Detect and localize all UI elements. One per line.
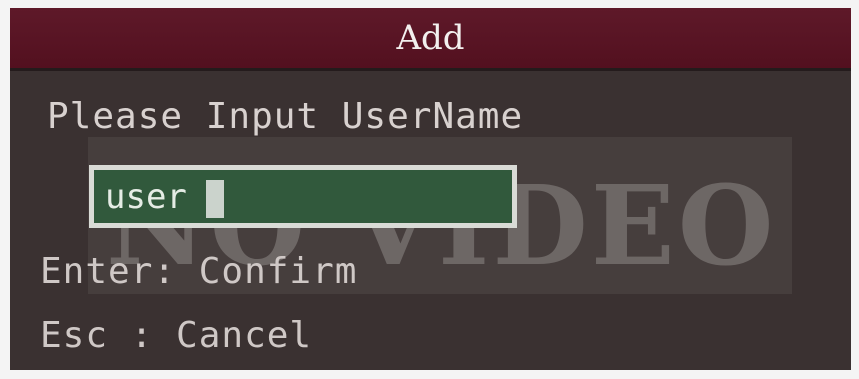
- screen: Add Please Input UserName NO VIDEO user …: [0, 0, 859, 379]
- username-prompt: Please Input UserName: [47, 96, 524, 137]
- esc-cancel-hint: Esc : Cancel: [40, 315, 313, 356]
- text-cursor-icon: [206, 180, 224, 218]
- add-user-dialog: Add Please Input UserName NO VIDEO user …: [10, 8, 851, 370]
- enter-confirm-hint: Enter: Confirm: [40, 251, 358, 292]
- username-input-value[interactable]: user: [105, 177, 187, 217]
- dialog-title: Add: [10, 8, 851, 71]
- username-input[interactable]: user: [89, 165, 517, 228]
